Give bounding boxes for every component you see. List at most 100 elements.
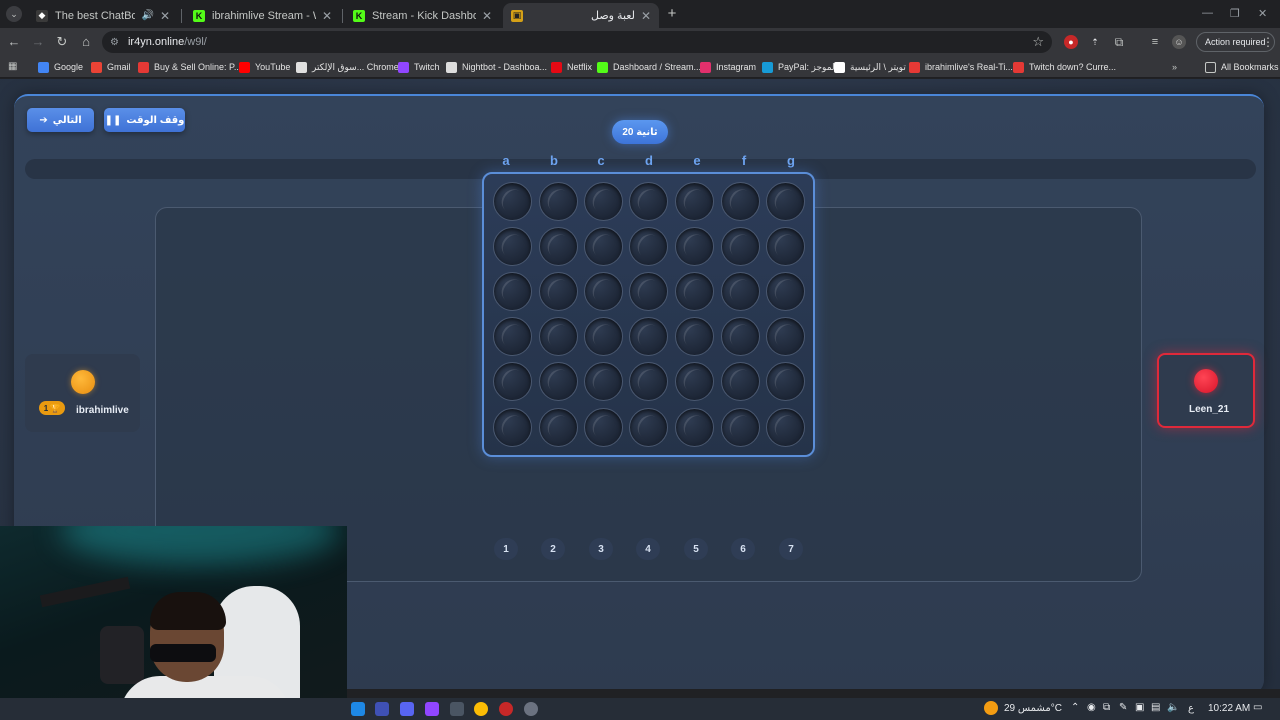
board-cell[interactable] (675, 317, 714, 356)
board-cell[interactable] (584, 408, 623, 447)
bookmark-item[interactable]: Google (38, 59, 83, 75)
close-icon[interactable]: ✕ (641, 9, 651, 23)
reading-list-icon[interactable]: ≡ (1148, 35, 1162, 49)
bookmark-item[interactable]: Instagram (700, 59, 756, 75)
tab-connect-game[interactable]: ▣ لعبة وصل ✕ (503, 3, 659, 28)
speaker-icon[interactable]: 🔊 (141, 10, 153, 21)
tray-app-icon[interactable]: ◉ (1087, 702, 1096, 713)
bookmark-item[interactable]: Netflix (551, 59, 592, 75)
column-number-button[interactable]: 1 (494, 538, 518, 560)
board-cell[interactable] (539, 272, 578, 311)
board-cell[interactable] (539, 408, 578, 447)
board-cell[interactable] (539, 227, 578, 266)
close-icon[interactable]: ✕ (482, 9, 492, 23)
board-cell[interactable] (629, 362, 668, 401)
board-cell[interactable] (493, 272, 532, 311)
board-cell[interactable] (721, 362, 760, 401)
network-icon[interactable]: ▤ (1151, 702, 1160, 713)
twitch-app-icon[interactable] (425, 702, 439, 716)
board-cell[interactable] (766, 227, 805, 266)
bookmark-item[interactable]: Dashboard / Stream... (597, 59, 701, 75)
clock[interactable]: 10:22 AM (1208, 703, 1250, 714)
column-number-button[interactable]: 5 (684, 538, 708, 560)
menu-kebab-icon[interactable]: ⋮ (1262, 35, 1274, 49)
tray-chevron-icon[interactable]: ⌃ (1071, 702, 1079, 713)
connect-four-board[interactable] (482, 172, 815, 457)
extension-red-icon[interactable]: ● (1064, 35, 1078, 49)
all-bookmarks-folder[interactable]: All Bookmarks (1205, 59, 1279, 75)
more-bookmarks-icon[interactable]: » (1172, 59, 1177, 75)
board-cell[interactable] (493, 317, 532, 356)
board-cell[interactable] (584, 272, 623, 311)
board-cell[interactable] (721, 182, 760, 221)
app-red-icon[interactable] (499, 702, 513, 716)
bookmark-item[interactable]: Buy & Sell Online: P... (138, 59, 241, 75)
window-close-icon[interactable]: ✕ (1258, 7, 1267, 20)
extension-arrow-icon[interactable]: ⇡ (1088, 35, 1102, 49)
board-cell[interactable] (629, 317, 668, 356)
board-cell[interactable] (629, 227, 668, 266)
board-cell[interactable] (539, 182, 578, 221)
bookmark-item[interactable]: تويتر \ الرئيسية (834, 59, 906, 75)
close-icon[interactable]: ✕ (322, 9, 332, 23)
board-cell[interactable] (721, 272, 760, 311)
reload-icon[interactable]: ↻ (54, 34, 70, 50)
home-icon[interactable]: ⌂ (78, 34, 94, 50)
profile-avatar-icon[interactable]: ☺ (1172, 35, 1186, 49)
column-number-button[interactable]: 6 (731, 538, 755, 560)
board-cell[interactable] (766, 182, 805, 221)
back-icon[interactable]: ← (6, 34, 22, 50)
board-cell[interactable] (766, 408, 805, 447)
minimize-icon[interactable]: — (1202, 7, 1213, 19)
board-cell[interactable] (539, 362, 578, 401)
bookmark-item[interactable]: Nightbot - Dashboa... (446, 59, 547, 75)
site-info-icon[interactable]: ⚙ (110, 37, 119, 48)
pause-timer-button[interactable]: ❚❚ وقف الوقت (104, 108, 185, 132)
volume-icon[interactable]: 🔈 (1167, 702, 1179, 713)
discord-icon[interactable] (400, 702, 414, 716)
board-cell[interactable] (584, 317, 623, 356)
edge-icon[interactable] (351, 702, 365, 716)
board-cell[interactable] (675, 362, 714, 401)
board-cell[interactable] (584, 227, 623, 266)
bookmark-star-icon[interactable]: ☆ (1032, 34, 1044, 50)
board-cell[interactable] (493, 408, 532, 447)
column-number-button[interactable]: 2 (541, 538, 565, 560)
column-number-button[interactable]: 7 (779, 538, 803, 560)
tray-pen-icon[interactable]: ✎ (1119, 702, 1127, 713)
board-cell[interactable] (675, 272, 714, 311)
column-number-button[interactable]: 4 (636, 538, 660, 560)
forward-icon[interactable]: → (30, 34, 46, 50)
obs-icon[interactable] (375, 702, 389, 716)
board-cell[interactable] (766, 317, 805, 356)
board-cell[interactable] (629, 182, 668, 221)
tray-app-icon[interactable]: ▣ (1135, 702, 1144, 713)
board-cell[interactable] (493, 182, 532, 221)
board-cell[interactable] (766, 272, 805, 311)
board-cell[interactable] (539, 317, 578, 356)
bookmark-item[interactable]: Twitch (398, 59, 440, 75)
weather-text[interactable]: مشمس 29°C (1004, 703, 1062, 714)
bookmark-item[interactable]: PayPal: الموجز (762, 59, 837, 75)
language-indicator[interactable]: ع (1188, 703, 1194, 714)
close-icon[interactable]: ✕ (160, 9, 170, 23)
bookmark-item[interactable]: Twitch down? Curre... (1013, 59, 1116, 75)
bookmark-item[interactable]: سوق الإلكتر... Chrome (296, 59, 399, 75)
board-cell[interactable] (629, 408, 668, 447)
notification-icon[interactable]: ▭ (1253, 702, 1262, 713)
address-bar[interactable]: ⚙ ir4yn.online/w9l/ ☆ (102, 31, 1052, 53)
tray-app-icon[interactable]: ⧉ (1103, 702, 1110, 713)
tab-ibrahimlive-stream[interactable]: K ibrahimlive Stream - Watch Liv ✕ (185, 3, 340, 28)
maximize-icon[interactable]: ❐ (1230, 7, 1240, 20)
tab-chatbot[interactable]: ◆ The best ChatBot and Widg 🔊 ✕ (28, 3, 178, 28)
board-cell[interactable] (675, 182, 714, 221)
board-cell[interactable] (721, 317, 760, 356)
board-cell[interactable] (675, 227, 714, 266)
bookmark-item[interactable]: Gmail (91, 59, 131, 75)
next-button[interactable]: ➔ التالي (27, 108, 94, 132)
extensions-puzzle-icon[interactable]: ⧉ (1112, 35, 1126, 49)
board-cell[interactable] (584, 362, 623, 401)
app-gray-icon[interactable] (524, 702, 538, 716)
board-cell[interactable] (721, 227, 760, 266)
board-cell[interactable] (584, 182, 623, 221)
